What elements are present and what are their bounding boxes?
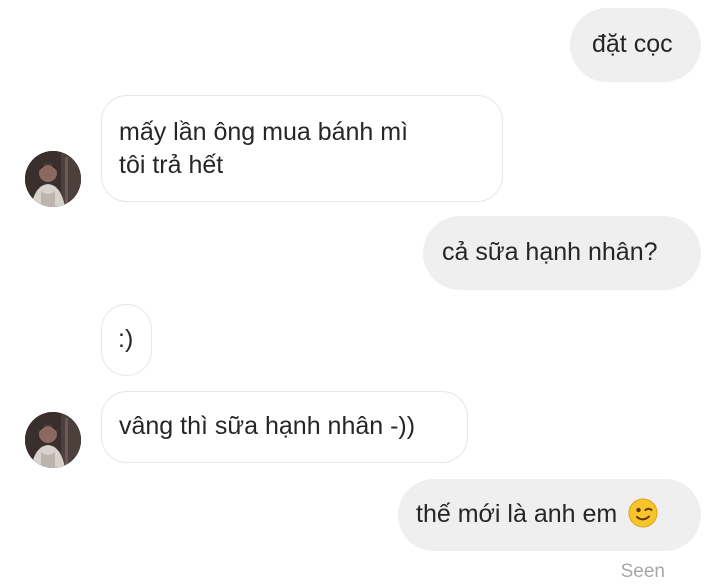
sender-avatar[interactable] <box>25 151 81 207</box>
message-bubble-outgoing[interactable]: cả sữa hạnh nhân? <box>423 216 701 290</box>
message-bubble-incoming[interactable]: mấy lần ông mua bánh mì tôi trả hết <box>101 95 503 202</box>
message-bubble-outgoing[interactable]: đặt cọc <box>570 8 701 82</box>
message-text-line: mấy lần ông mua bánh mì <box>119 118 409 146</box>
message-text: vâng thì sữa hạnh nhân -)) <box>119 412 416 440</box>
message-text: :) <box>118 325 134 353</box>
profile-photo-icon <box>25 151 81 207</box>
profile-photo-icon <box>25 412 81 468</box>
message-thread: đặt cọc mấy lần ông mua bánh mì tôi trả … <box>0 0 720 587</box>
message-bubble-incoming[interactable]: :) <box>101 304 152 376</box>
message-text: thế mới là anh em <box>416 500 618 528</box>
message-text: cả sữa hạnh nhân? <box>442 238 658 266</box>
message-text: đặt cọc <box>592 30 673 58</box>
seen-status: Seen <box>620 561 665 582</box>
winking-face-emoji-icon <box>628 498 658 537</box>
sender-avatar[interactable] <box>25 412 81 468</box>
message-bubble-outgoing[interactable]: thế mới là anh em <box>398 479 701 551</box>
message-bubble-incoming[interactable]: vâng thì sữa hạnh nhân -)) <box>101 391 468 463</box>
message-text-line: tôi trả hết <box>119 151 224 179</box>
